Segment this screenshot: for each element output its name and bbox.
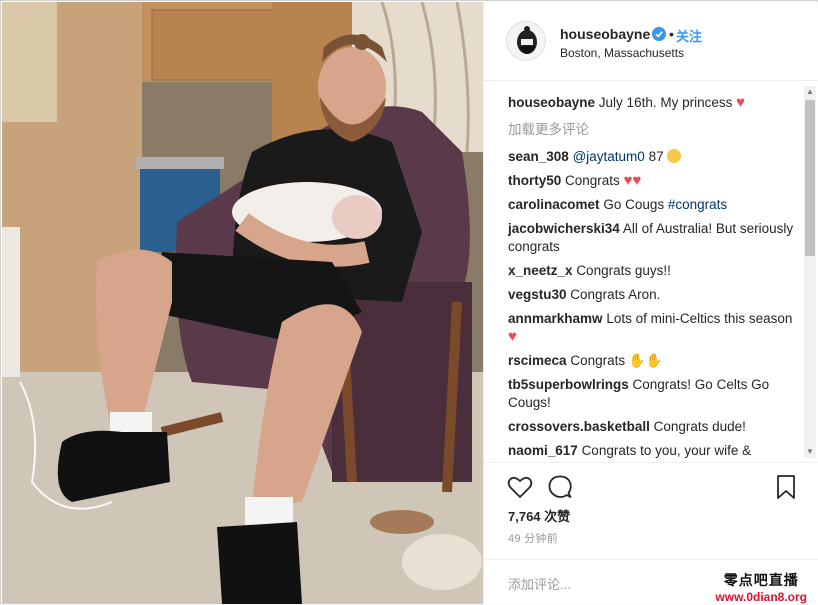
comment-text: Congrats dude! xyxy=(653,419,746,434)
comment-item: x_neetz_x Congrats guys!! xyxy=(508,262,802,280)
comment-item: jacobwicherski34 All of Australia! But s… xyxy=(508,220,802,256)
comment-username[interactable]: annmarkhamw xyxy=(508,311,603,326)
comment-username[interactable]: naomi_617 xyxy=(508,443,578,458)
photo-illustration xyxy=(2,2,483,604)
comment-item: annmarkhamw Lots of mini-Celtics this se… xyxy=(508,310,802,346)
comment-username[interactable]: jacobwicherski34 xyxy=(508,221,620,236)
comment-text: Congrats to you, your wife & xyxy=(581,443,752,458)
smiley-emoji-icon xyxy=(667,149,682,163)
comment-username[interactable]: crossovers.basketball xyxy=(508,419,650,434)
instagram-post-window: houseobayne • 关注 Boston, Massachusetts h… xyxy=(0,0,818,604)
avatar[interactable] xyxy=(506,21,546,61)
post-actions: 7,764 次赞 49 分钟前 添加评论... 零点吧直播 www.0dian8… xyxy=(484,462,818,604)
comment-bubble-icon[interactable] xyxy=(546,473,574,501)
heart-emoji-icon: ♥ xyxy=(508,328,517,345)
raised-hands-emoji-icon: ✋✋ xyxy=(628,353,663,368)
save-bookmark-icon[interactable] xyxy=(772,473,800,501)
watermark: 零点吧直播 www.0dian8.org xyxy=(715,570,807,604)
comment-item: thorty50 Congrats ♥♥ xyxy=(508,172,802,190)
comment-item: tb5superbowlrings Congrats! Go Celts Go … xyxy=(508,376,802,412)
load-more-comments-link[interactable]: 加载更多评论 xyxy=(508,118,802,138)
comment-text: Congrats Aron. xyxy=(570,287,661,302)
scroll-down-icon[interactable]: ▼ xyxy=(804,446,816,458)
verified-badge-icon xyxy=(652,27,666,41)
comment-item: vegstu30 Congrats Aron. xyxy=(508,286,802,304)
post-timestamp[interactable]: 49 分钟前 xyxy=(508,530,558,546)
post-side-panel: houseobayne • 关注 Boston, Massachusetts h… xyxy=(483,2,818,604)
comment-item: carolinacomet Go Cougs #congrats xyxy=(508,196,802,214)
post-location[interactable]: Boston, Massachusetts xyxy=(560,46,684,60)
follow-button[interactable]: 关注 xyxy=(676,26,702,45)
comment-username[interactable]: carolinacomet xyxy=(508,197,600,212)
avatar-image xyxy=(507,22,545,60)
comments-list[interactable]: houseobayne July 16th. My princess ♥ 加载更… xyxy=(484,82,802,462)
separator-dot: • xyxy=(669,26,674,42)
comment-username[interactable]: rscimeca xyxy=(508,353,567,368)
add-comment-input[interactable]: 添加评论... xyxy=(508,574,571,593)
comment-username[interactable]: tb5superbowlrings xyxy=(508,377,629,392)
comment-username[interactable]: thorty50 xyxy=(508,173,561,188)
comment-item: sean_308 @jaytatum0 87 xyxy=(508,148,802,166)
heart-emoji-icon: ♥ xyxy=(736,94,746,111)
like-heart-icon[interactable] xyxy=(506,473,534,501)
post-username[interactable]: houseobayne xyxy=(560,26,650,42)
comment-text: Go Cougs xyxy=(603,197,665,212)
comment-username[interactable]: sean_308 xyxy=(508,149,569,164)
comment-text: Congrats xyxy=(570,353,626,368)
comment-item: rscimeca Congrats ✋✋ xyxy=(508,352,802,370)
comment-hashtag[interactable]: #congrats xyxy=(668,197,727,212)
comment-item: naomi_617 Congrats to you, your wife & xyxy=(508,442,802,460)
post-header: houseobayne • 关注 Boston, Massachusetts xyxy=(484,2,818,81)
heart-emoji-icon: ♥♥ xyxy=(623,172,642,189)
comment-text: Congrats xyxy=(565,173,620,188)
comments-scrollbar[interactable]: ▲ ▼ xyxy=(804,86,816,458)
comment-text: Congrats guys!! xyxy=(576,263,671,278)
watermark-line2: www.0dian8.org xyxy=(715,590,807,604)
caption-text: July 16th. My princess xyxy=(598,95,733,110)
comment-text: Lots of mini-Celtics this season xyxy=(606,311,793,326)
scroll-up-icon[interactable]: ▲ xyxy=(804,86,816,98)
post-photo xyxy=(2,2,483,604)
comment-mention[interactable]: @jaytatum0 xyxy=(573,149,645,164)
comment-item: crossovers.basketball Congrats dude! xyxy=(508,418,802,436)
watermark-line1: 零点吧直播 xyxy=(723,572,799,588)
caption: houseobayne July 16th. My princess ♥ xyxy=(508,94,802,112)
comment-text: 87 xyxy=(648,149,664,164)
scrollbar-thumb[interactable] xyxy=(805,100,815,256)
comment-username[interactable]: vegstu30 xyxy=(508,287,567,302)
comment-username[interactable]: x_neetz_x xyxy=(508,263,573,278)
caption-username[interactable]: houseobayne xyxy=(508,95,595,110)
like-count[interactable]: 7,764 次赞 xyxy=(508,506,570,525)
